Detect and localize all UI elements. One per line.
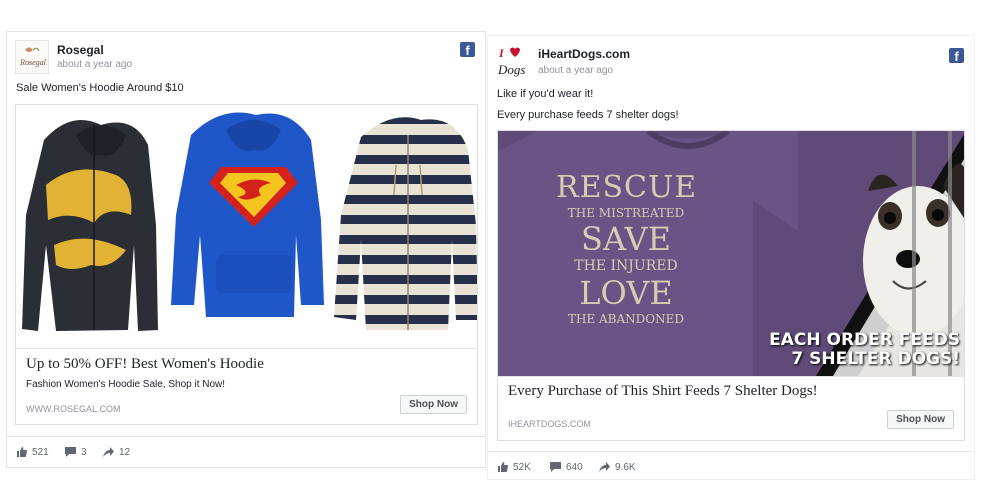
hoodies-image[interactable] — [16, 105, 477, 348]
link-card[interactable]: RESCUE THE MISTREATED SAVE THE INJURED L… — [497, 130, 965, 441]
superman-hoodie — [171, 112, 324, 317]
page-name[interactable]: iHeartDogs.com — [538, 47, 630, 61]
card-url: WWW.ROSEGAL.COM — [26, 404, 121, 414]
like-icon — [498, 462, 508, 472]
post-text-line-1: Like if you'd wear it! — [497, 88, 594, 100]
svg-text:Dogs: Dogs — [497, 62, 525, 77]
facebook-icon: f — [949, 48, 964, 64]
iheartdogs-logo[interactable]: I Dogs — [496, 44, 530, 78]
card-url: IHEARTDOGS.COM — [508, 419, 591, 429]
rosegal-logo[interactable]: Rosegal — [15, 40, 49, 74]
card-divider — [16, 348, 477, 349]
share-icon — [103, 447, 114, 457]
comments-count[interactable]: 640 — [550, 462, 583, 473]
image-banner: EACH ORDER FEEDS 7 SHELTER DOGS! — [769, 331, 960, 369]
svg-text:I: I — [498, 46, 505, 60]
facebook-icon: f — [460, 42, 475, 58]
shirt-text-love: LOVE — [579, 274, 673, 312]
shirt-print: RESCUE THE MISTREATED SAVE THE INJURED L… — [556, 170, 698, 326]
banner-line-1: EACH ORDER FEEDS — [769, 330, 960, 350]
comment-icon — [550, 462, 561, 472]
shirt-dog-image[interactable]: RESCUE THE MISTREATED SAVE THE INJURED L… — [498, 131, 964, 376]
link-card[interactable]: Up to 50% OFF! Best Women's Hoodie Fashi… — [15, 104, 478, 425]
engagement-bar: 52K 640 9.6K — [488, 451, 974, 481]
like-icon — [17, 447, 27, 457]
svg-text:Rosegal: Rosegal — [19, 58, 47, 67]
likes-count[interactable]: 521 — [17, 447, 49, 458]
shares-count[interactable]: 9.6K — [599, 462, 636, 473]
post-header: I Dogs iHeartDogs.com about a year ago f — [496, 44, 966, 78]
shop-now-button[interactable]: Shop Now — [887, 410, 954, 429]
card-description: Fashion Women's Hoodie Sale, Shop it Now… — [26, 379, 226, 390]
card-divider — [498, 376, 964, 377]
engagement-bar: 521 3 12 — [7, 436, 485, 468]
shirt-text-save: SAVE — [581, 220, 671, 258]
shirt-text-rescue: RESCUE — [556, 170, 698, 205]
shirt-text-mistreated: THE MISTREATED — [567, 206, 685, 220]
card-title[interactable]: Every Purchase of This Shirt Feeds 7 She… — [508, 383, 818, 400]
share-icon — [599, 462, 610, 472]
comments-count[interactable]: 3 — [65, 447, 87, 458]
post-text: Sale Women's Hoodie Around $10 — [16, 82, 184, 94]
comment-icon — [65, 447, 76, 457]
shares-count[interactable]: 12 — [103, 447, 130, 458]
page-name[interactable]: Rosegal — [57, 43, 104, 57]
post-header: Rosegal Rosegal about a year ago f — [15, 40, 477, 74]
post-time[interactable]: about a year ago — [57, 59, 132, 70]
post-time[interactable]: about a year ago — [538, 65, 613, 76]
shop-now-button[interactable]: Shop Now — [400, 395, 467, 414]
card-title[interactable]: Up to 50% OFF! Best Women's Hoodie — [26, 356, 264, 373]
shirt-text-abandoned: THE ABANDONED — [567, 312, 685, 326]
post-text-line-2: Every purchase feeds 7 shelter dogs! — [497, 109, 679, 121]
likes-count[interactable]: 52K — [498, 462, 531, 473]
ad-post-iheartdogs: I Dogs iHeartDogs.com about a year ago f… — [487, 35, 975, 480]
ad-post-rosegal: Rosegal Rosegal about a year ago f Sale … — [6, 31, 486, 468]
banner-line-2: 7 SHELTER DOGS! — [791, 349, 960, 369]
shirt-text-injured: THE INJURED — [574, 258, 678, 274]
